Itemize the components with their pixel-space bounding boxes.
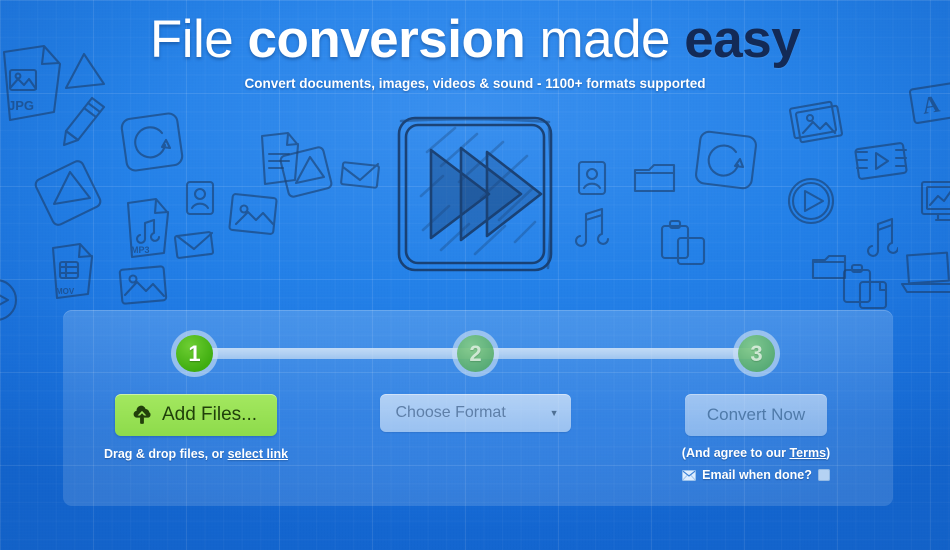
step-3-column: Convert Now (And agree to our Terms) Ema… bbox=[660, 394, 852, 482]
select-link[interactable]: select link bbox=[228, 447, 288, 461]
hero-section: File conversion made easy Convert docume… bbox=[0, 12, 950, 91]
convert-now-button[interactable]: Convert Now bbox=[684, 394, 828, 436]
cloud-upload-icon bbox=[131, 405, 153, 425]
step-number: 2 bbox=[469, 340, 482, 366]
step-number: 3 bbox=[750, 340, 763, 366]
email-notify-row: Email when done? bbox=[660, 468, 852, 482]
terms-suffix: ) bbox=[826, 446, 831, 460]
choose-format-select[interactable]: Choose Format ▼ bbox=[379, 394, 571, 432]
step-indicator-3[interactable]: 3 bbox=[733, 330, 780, 377]
terms-notice: (And agree to our Terms) bbox=[660, 446, 852, 460]
page-title: File conversion made easy bbox=[0, 12, 950, 68]
headline-word-made: made bbox=[539, 10, 685, 69]
drag-drop-hint: Drag & drop files, or select link bbox=[100, 447, 292, 461]
email-notify-label: Email when done? bbox=[702, 468, 812, 482]
step-indicator-1[interactable]: 1 bbox=[171, 330, 218, 377]
email-notify-checkbox[interactable] bbox=[817, 469, 830, 481]
page-root: JPG MP3 MOV A File conversion made easy … bbox=[0, 0, 950, 550]
headline-word-file: File bbox=[149, 10, 248, 69]
step-indicator-2[interactable]: 2 bbox=[452, 330, 499, 377]
add-files-button[interactable]: Add Files... bbox=[114, 394, 278, 436]
terms-prefix: (And agree to our bbox=[681, 446, 790, 460]
choose-format-label: Choose Format bbox=[395, 404, 506, 421]
step-1-column: Add Files... Drag & drop files, or selec… bbox=[100, 394, 292, 461]
envelope-icon bbox=[682, 469, 697, 481]
fast-forward-sketch-icon bbox=[389, 108, 561, 280]
chevron-down-icon: ▼ bbox=[549, 407, 559, 418]
step-number: 1 bbox=[188, 340, 201, 366]
add-files-label: Add Files... bbox=[161, 404, 258, 425]
drag-drop-text: Drag & drop files, or bbox=[103, 447, 228, 461]
terms-link[interactable]: Terms bbox=[789, 446, 826, 460]
headline-word-easy: easy bbox=[684, 10, 801, 69]
step-2-column: Choose Format ▼ bbox=[379, 394, 571, 432]
page-subtitle: Convert documents, images, videos & soun… bbox=[244, 75, 706, 91]
headline-word-conversion: conversion bbox=[247, 10, 540, 69]
